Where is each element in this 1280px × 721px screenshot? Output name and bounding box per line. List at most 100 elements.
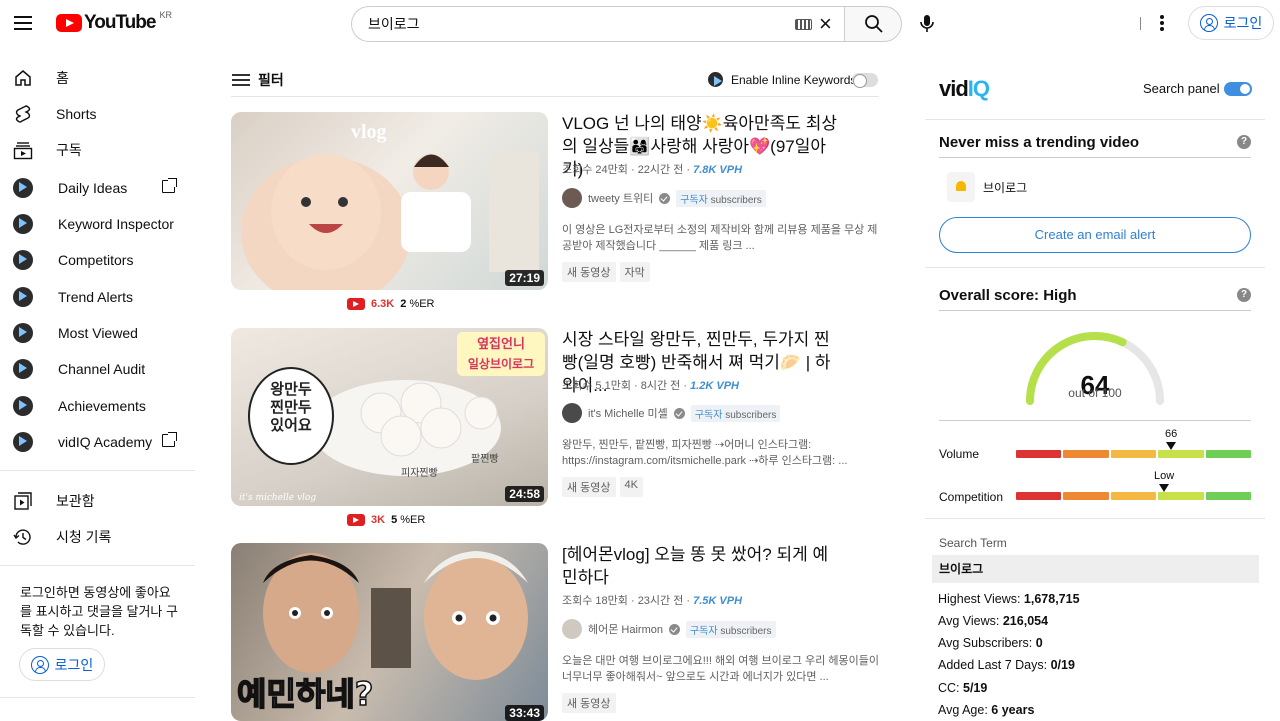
- clear-search-icon[interactable]: ×: [819, 13, 832, 35]
- er-unit: %ER: [409, 298, 435, 310]
- search-panel-label: Search panel: [1143, 81, 1220, 96]
- vph-badge: 7.8K VPH: [693, 164, 743, 176]
- sidebar-item-achievements[interactable]: Achievements: [0, 388, 200, 424]
- sign-in-button[interactable]: 로그인: [1188, 6, 1274, 40]
- thumbnail-title: 예민하네?: [237, 675, 373, 713]
- badge-4k: 4K: [619, 477, 644, 497]
- vidiq-icon: [708, 72, 723, 87]
- channel-info[interactable]: 헤어몬 Hairmon 구독자 subscribers: [562, 619, 776, 639]
- sidebar-item-home[interactable]: 홈: [0, 60, 200, 96]
- view-count: 조회수 24만회: [562, 164, 628, 176]
- channel-name[interactable]: 헤어몬 Hairmon: [588, 621, 663, 637]
- channel-name[interactable]: it's Michelle 미셸: [588, 405, 668, 421]
- menu-icon[interactable]: [14, 16, 32, 30]
- vidiq-icon: [13, 214, 33, 234]
- sidebar-item-subscriptions[interactable]: 구독: [0, 132, 200, 168]
- trending-alert-title: Never miss a trending video: [939, 134, 1140, 151]
- voice-search-button[interactable]: [914, 10, 940, 36]
- sidebar-item-channel-audit[interactable]: Channel Audit: [0, 351, 200, 387]
- keyboard-icon[interactable]: [795, 19, 812, 30]
- subscriber-prefix: 구독자: [680, 194, 708, 206]
- view-count: 조회수 5.1만회: [562, 380, 631, 392]
- country-code: KR: [159, 10, 172, 20]
- subscriber-count: 구독자 subscribers: [685, 620, 776, 638]
- sidebar-sign-in-button[interactable]: 로그인: [19, 648, 105, 681]
- video-badges: 새 동영상 4K: [562, 477, 644, 497]
- sidebar-item-most-viewed[interactable]: Most Viewed: [0, 315, 200, 351]
- search-term-label: Search Term: [939, 536, 1007, 550]
- stat-views: 6.3K: [371, 298, 395, 310]
- competition-meter: [1016, 492, 1252, 500]
- vidiq-icon: [13, 396, 33, 416]
- divider: [925, 119, 1265, 120]
- help-icon[interactable]: ?: [1237, 135, 1251, 149]
- thumbnail-caption: 왕만두 찐만두 있어요: [270, 380, 312, 434]
- alert-keyword: 브이로그: [983, 181, 1028, 195]
- divider: [1140, 17, 1141, 30]
- divider: [0, 697, 195, 698]
- sidebar-item-label: Achievements: [58, 398, 146, 414]
- verified-icon: [668, 623, 680, 635]
- thumbnail-label: 피자찐빵: [401, 467, 438, 479]
- video-duration: 33:43: [505, 705, 544, 721]
- sidebar-item-label: Shorts: [56, 106, 97, 122]
- video-metadata: 조회수 18만회 · 23시간 전 · 7.5K VPH: [562, 595, 743, 607]
- filter-button[interactable]: 필터: [232, 70, 284, 90]
- stat-avg-age: Avg Age: 6 years: [938, 703, 1034, 717]
- video-title[interactable]: [헤어몬vlog] 오늘 똥 못 쌌어? 되게 예민하다: [562, 543, 842, 589]
- sign-in-label: 로그인: [54, 656, 94, 673]
- sidebar-item-library[interactable]: 보관함: [0, 483, 200, 519]
- sidebar-item-vidiq-academy[interactable]: vidIQ Academy: [0, 424, 200, 460]
- channel-name[interactable]: tweety 트위티: [588, 190, 653, 206]
- stat-value: 0: [1035, 636, 1043, 650]
- channel-info[interactable]: it's Michelle 미셸 구독자 subscribers: [562, 403, 781, 423]
- divider: [231, 96, 879, 97]
- channel-avatar[interactable]: [562, 403, 582, 423]
- score-scale: out of 100: [1068, 386, 1122, 400]
- thumbnail-art: vlog: [241, 121, 539, 290]
- video-thumbnail[interactable]: 예민하네? 33:43: [231, 543, 548, 721]
- video-thumbnail[interactable]: vlog 27:19: [231, 112, 548, 290]
- sidebar-item-competitors[interactable]: Competitors: [0, 242, 200, 278]
- upload-age: 8시간 전: [640, 380, 681, 392]
- volume-label: Volume: [939, 447, 980, 461]
- search-button[interactable]: [844, 6, 902, 42]
- more-options-icon[interactable]: [1160, 15, 1164, 33]
- sidebar-item-daily-ideas[interactable]: Daily Ideas: [0, 170, 200, 206]
- sidebar-item-trend-alerts[interactable]: Trend Alerts: [0, 279, 200, 315]
- thumbnail-title: 옆집언니: [477, 336, 525, 352]
- sidebar-item-history[interactable]: 시청 기록: [0, 519, 200, 555]
- sidebar-item-label: Channel Audit: [58, 361, 146, 377]
- thumbnail-title: vlog: [351, 121, 387, 143]
- inline-keywords-toggle[interactable]: [852, 73, 878, 88]
- vidiq-icon: [13, 178, 33, 198]
- channel-info[interactable]: tweety 트위티 구독자 subscribers: [562, 188, 766, 208]
- video-result: 예민하네? 33:43 [헤어몬vlog] 오늘 똥 못 쌌어? 되게 예민하다…: [231, 543, 881, 721]
- sidebar-item-label: 보관함: [56, 493, 95, 509]
- help-icon[interactable]: ?: [1237, 288, 1251, 302]
- competition-label: Competition: [939, 490, 1004, 504]
- stat-value: 0/19: [1050, 658, 1075, 672]
- vidiq-logo: vidIQ: [939, 76, 990, 101]
- sidebar-item-label: Trend Alerts: [58, 289, 133, 305]
- youtube-logo[interactable]: YouTube KR: [56, 10, 172, 34]
- channel-avatar[interactable]: [562, 619, 582, 639]
- video-thumbnail[interactable]: 왕만두 찐만두 있어요 옆집언니 일상브이로그 피자찐빵 팥찐빵 it's mich…: [231, 328, 548, 506]
- channel-avatar[interactable]: [562, 188, 582, 208]
- top-bar: YouTube KR 브이로그 × 로그인: [0, 0, 1280, 50]
- sidebar-item-shorts[interactable]: Shorts: [0, 96, 200, 132]
- stat-key: CC:: [938, 681, 963, 695]
- view-count: 조회수 18만회: [562, 595, 628, 607]
- vidiq-icon: [13, 359, 33, 379]
- sidebar-item-keyword-inspector[interactable]: Keyword Inspector: [0, 206, 200, 242]
- create-email-alert-button[interactable]: Create an email alert: [939, 217, 1251, 253]
- search-input[interactable]: 브이로그: [351, 6, 845, 42]
- er-value: 5: [391, 514, 398, 526]
- video-duration: 24:58: [505, 486, 544, 502]
- search-panel-toggle[interactable]: [1224, 82, 1252, 96]
- thumbnail-art: 예민하네?: [236, 551, 528, 714]
- subscriber-count: 구독자 subscribers: [690, 404, 781, 422]
- home-icon: [15, 70, 31, 86]
- external-link-icon: [162, 432, 177, 447]
- divider: [0, 470, 195, 471]
